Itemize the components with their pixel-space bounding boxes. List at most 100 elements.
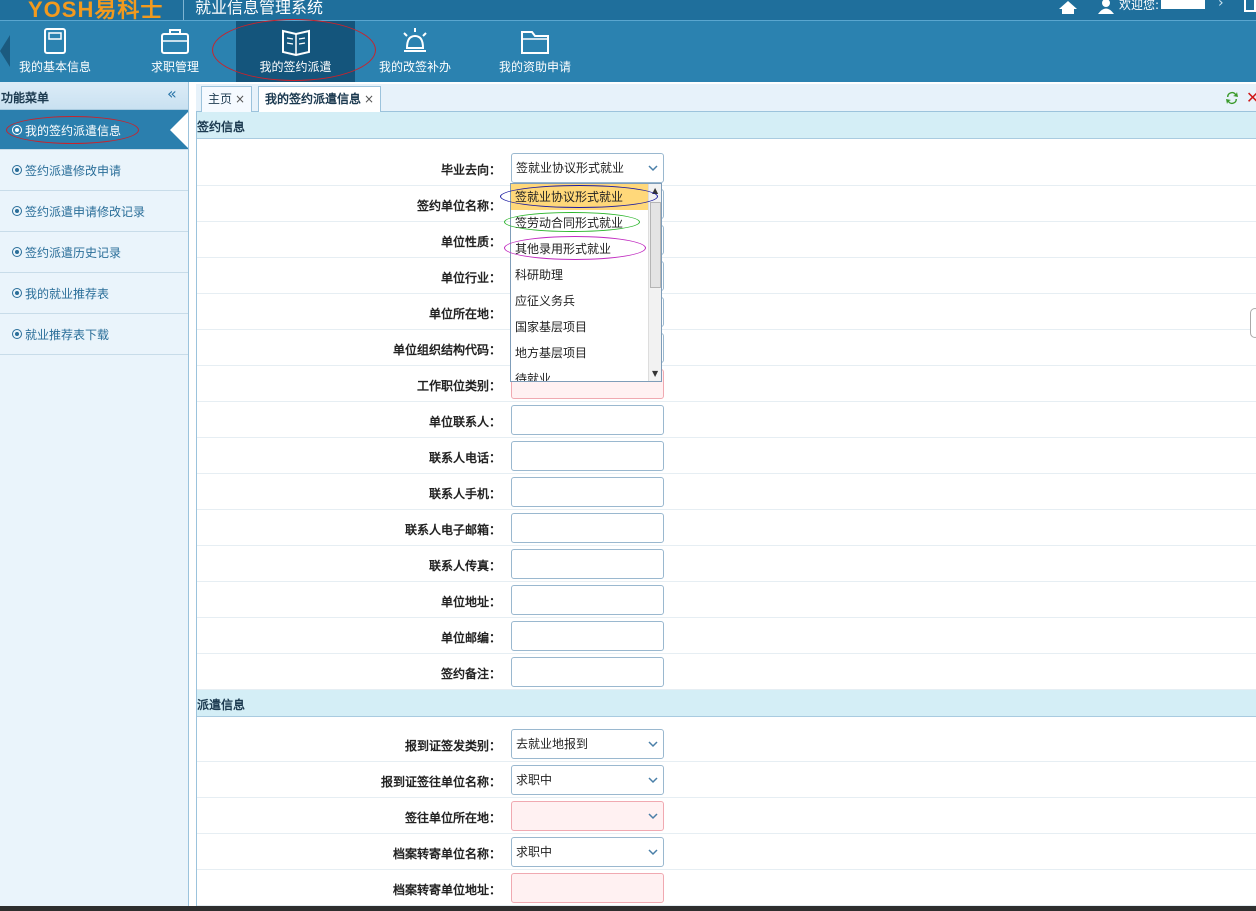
sidebar-item-recommend-form[interactable]: 我的就业推荐表 [0,273,188,314]
sidebar-item-recommend-download[interactable]: 就业推荐表下载 [0,314,188,355]
dropdown-option[interactable]: 应征义务兵 [511,288,649,314]
section-dispatch-info: 派遣信息 [197,690,1256,717]
contact-phone-input[interactable] [511,441,664,471]
field-label: 联系人电子邮箱： [404,523,501,537]
form-row: 签约单位名称： [197,186,1256,222]
nav-scroll-left-icon[interactable] [0,35,10,67]
sidebar-item-history[interactable]: 签约派遣历史记录 [0,232,188,273]
archive-employer-select[interactable]: 求职中 [511,837,664,867]
chevron-down-icon [648,777,658,784]
sidebar-item-modify-records[interactable]: 签约派遣申请修改记录 [0,191,188,232]
open-book-icon [281,29,310,56]
chevron-down-icon [648,165,658,172]
radio-dot-icon [12,165,22,175]
form-row: 档案转寄单位地址： [197,870,1256,906]
field-label: 档案转寄单位地址： [392,883,501,897]
dropdown-option[interactable]: 地方基层项目 [511,340,649,366]
logout-icon[interactable] [1244,0,1256,12]
contact-email-input[interactable] [511,513,664,543]
tab-sign-dispatch-info[interactable]: 我的签约派遣信息 × [258,86,382,113]
field-label: 单位组织结构代码： [392,343,501,357]
graduation-destination-dropdown: 签就业协议形式就业 签劳动合同形式就业 其他录用形式就业 科研助理 应征义务兵 … [510,183,662,382]
dropdown-option[interactable]: 签就业协议形式就业 [511,184,649,210]
form-row: 单位邮编： [197,618,1256,654]
folder-icon [521,31,549,54]
sidebar-title: 功能菜单 [1,91,50,105]
chevron-down-icon[interactable]: › [1218,0,1224,11]
dropdown-option[interactable]: 科研助理 [511,262,649,288]
close-icon[interactable]: × [235,92,245,106]
dropdown-option[interactable]: 国家基层项目 [511,314,649,340]
field-label: 单位联系人： [428,415,501,429]
form-row: 单位性质： [197,222,1256,258]
form-row: 签往单位所在地： [197,798,1256,834]
collapse-icon[interactable]: « [167,84,177,103]
employer-zip-input[interactable] [511,621,664,651]
section-sign-info: 签约信息 [197,112,1256,139]
side-handle[interactable] [1250,308,1256,338]
nav-resign-reissue[interactable]: 我的改签补办 [373,21,457,82]
radio-dot-icon [12,247,22,257]
tab-label: 主页 [208,92,233,106]
sidebar-item-sign-info[interactable]: 我的签约派遣信息 [0,110,188,150]
field-label: 单位地址： [440,595,501,609]
dropdown-option[interactable]: 签劳动合同形式就业 [511,210,649,236]
form-row: 单位地址： [197,582,1256,618]
archive-address-input[interactable] [511,873,664,903]
form-row: 报到证签往单位名称： 求职中 [197,762,1256,798]
dropdown-option[interactable]: 待就业 [511,366,649,381]
form-row: 档案转寄单位名称： 求职中 [197,834,1256,870]
field-label: 报到证签发类别： [404,739,501,753]
welcome-text: 欢迎您: [1119,0,1160,12]
scroll-down-icon[interactable]: ▼ [652,369,658,378]
chevron-down-icon [648,849,658,856]
active-arrow-icon [170,112,188,148]
nav-label: 我的签约派遣 [259,60,332,74]
form-row: 工作职位类别： [197,366,1256,402]
close-icon[interactable]: × [364,92,374,106]
window-bottom-edge [0,906,1256,911]
nav-label: 我的基本信息 [18,60,91,74]
field-label: 工作职位类别： [416,379,501,393]
field-label: 联系人传真： [428,559,501,573]
sidebar-item-modify-apply[interactable]: 签约派遣修改申请 [0,150,188,191]
dropdown-option[interactable]: 其他录用形式就业 [511,236,649,262]
close-all-icon[interactable]: ✕ [1246,88,1256,107]
field-label: 签约单位名称： [416,199,501,213]
tab-home[interactable]: 主页 × [201,86,253,112]
field-label: 单位性质： [440,235,501,249]
app-logo: YOSH易科士 [28,0,164,20]
graduation-destination-select[interactable]: 签就业协议形式就业 [511,153,664,183]
sign-remark-input[interactable] [511,657,664,687]
scroll-thumb[interactable] [650,202,661,288]
refresh-icon[interactable] [1224,90,1240,106]
contact-mobile-input[interactable] [511,477,664,507]
field-label: 单位所在地： [428,307,501,321]
nav-funding-apply[interactable]: 我的资助申请 [493,21,577,82]
report-cert-employer-select[interactable]: 求职中 [511,765,664,795]
sidebar-item-label: 签约派遣申请修改记录 [25,205,146,219]
nav-sign-dispatch[interactable]: 我的签约派遣 [236,21,355,82]
employer-address-input[interactable] [511,585,664,615]
field-label: 联系人电话： [428,451,501,465]
sidebar-item-label: 我的签约派遣信息 [25,124,122,138]
dropdown-scrollbar[interactable]: ▲ ▼ [648,184,661,381]
nav-job-manage[interactable]: 求职管理 [134,21,216,82]
contact-person-input[interactable] [511,405,664,435]
tab-bar: 主页 × 我的签约派遣信息 × [196,84,1256,113]
contact-fax-input[interactable] [511,549,664,579]
home-icon[interactable] [1057,0,1079,14]
radio-dot-icon [12,206,22,216]
system-title: 就业信息管理系统 [195,0,324,17]
form-row: 联系人电子邮箱： [197,510,1256,546]
nav-basic-info[interactable]: 我的基本信息 [14,21,96,82]
field-label: 签往单位所在地： [404,811,501,825]
sidebar-item-label: 签约派遣历史记录 [25,246,122,260]
nav-label: 我的改签补办 [378,60,451,74]
field-label: 签约备注： [440,667,501,681]
dispatch-location-select[interactable] [511,801,664,831]
form-row: 联系人传真： [197,546,1256,582]
report-cert-type-select[interactable]: 去就业地报到 [511,729,664,759]
scroll-up-icon[interactable]: ▲ [652,186,658,195]
nav-label: 求职管理 [150,60,199,74]
